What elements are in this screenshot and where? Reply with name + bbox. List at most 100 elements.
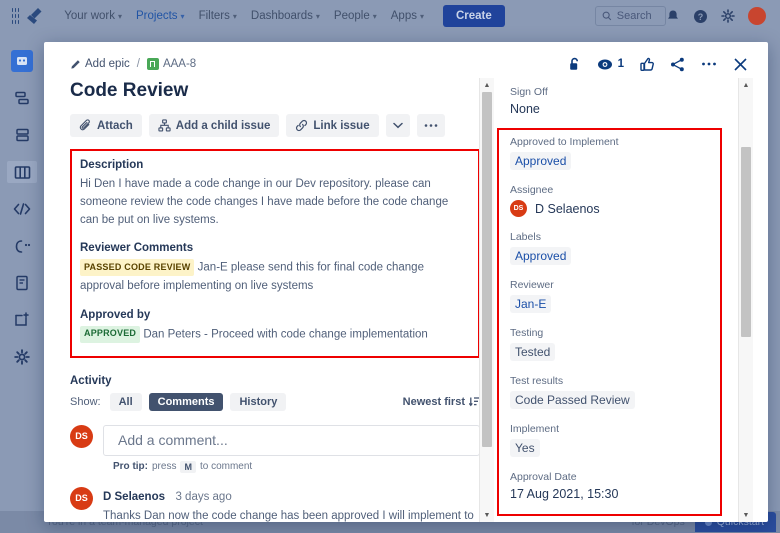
add-comment-input[interactable]: Add a comment...: [103, 425, 480, 456]
share-icon[interactable]: [670, 57, 685, 72]
chevron-down-icon: ▾: [373, 12, 377, 21]
reviewer-comments-heading: Reviewer Comments: [80, 242, 468, 254]
jira-logo-icon[interactable]: [25, 7, 45, 25]
sort-label: Newest first: [403, 396, 465, 408]
nav-link-apps[interactable]: Apps ▾: [384, 5, 431, 27]
spacer: [80, 229, 468, 242]
approved-by-heading: Approved by: [80, 309, 468, 321]
attach-button[interactable]: Attach: [70, 114, 142, 137]
avatar: DS: [510, 200, 527, 217]
releases-icon[interactable]: [11, 235, 33, 257]
apps-grid-icon[interactable]: [12, 8, 19, 24]
watch-count: 1: [618, 58, 624, 70]
board-columns-icon[interactable]: [7, 161, 37, 183]
field-value[interactable]: Approved: [510, 247, 571, 265]
tab-comments[interactable]: Comments: [149, 393, 224, 411]
notifications-bell-icon[interactable]: [666, 9, 680, 23]
tab-history[interactable]: History: [230, 393, 286, 411]
unlock-icon[interactable]: [568, 57, 581, 72]
add-epic-button[interactable]: Add epic: [70, 58, 130, 70]
tab-all[interactable]: All: [110, 393, 142, 411]
activity-filter-row: Show: All Comments History Newest first: [70, 393, 480, 411]
nav-link-projects[interactable]: Projects ▾: [129, 5, 192, 27]
left-column-scrollbar[interactable]: ▲ ▼: [479, 78, 494, 522]
scrollbar-track[interactable]: [480, 92, 494, 508]
field-value[interactable]: Tested: [510, 343, 555, 361]
field-label: Assignee: [510, 184, 737, 196]
reviewer-comments-line: PASSED CODE REVIEW Jan-E please send thi…: [80, 259, 468, 295]
activity-section: Activity Show: All Comments History Newe…: [70, 375, 480, 522]
breadcrumb: Add epic / AAA-8: [70, 58, 196, 70]
nav-link-your-work[interactable]: Your work ▾: [57, 5, 129, 27]
scrollbar-thumb[interactable]: [482, 92, 492, 447]
field-label: Approval Date: [510, 471, 737, 483]
field-value[interactable]: None: [510, 102, 737, 116]
approved-badge: APPROVED: [80, 326, 140, 343]
create-button[interactable]: Create: [443, 5, 505, 27]
add-comment-placeholder: Add a comment...: [118, 432, 228, 448]
scroll-down-arrow-icon[interactable]: ▼: [743, 508, 750, 522]
field-label: Reviewer: [510, 279, 737, 291]
chevron-down-icon: ▾: [420, 12, 424, 21]
eye-watch-icon[interactable]: [597, 57, 613, 72]
scrollbar-thumb[interactable]: [741, 147, 751, 337]
chevron-down-icon: ▾: [118, 12, 122, 21]
pencil-icon: [70, 59, 81, 70]
field-approval-date: Approval Date 17 Aug 2021, 15:30: [510, 471, 737, 501]
backlog-icon[interactable]: [11, 87, 33, 109]
link-issue-button[interactable]: Link issue: [286, 114, 378, 137]
more-options-icon: [424, 123, 438, 128]
attach-label: Attach: [97, 120, 133, 132]
field-value[interactable]: Approved: [510, 152, 571, 170]
comment-timestamp: 3 days ago: [175, 491, 231, 503]
field-value-assignee[interactable]: DS D Selaenos: [510, 200, 737, 217]
help-question-icon[interactable]: ?: [693, 9, 708, 24]
field-labels: Labels Approved: [510, 231, 737, 265]
pages-icon[interactable]: [11, 272, 33, 294]
approved-by-line: APPROVED Dan Peters - Proceed with code …: [80, 326, 468, 344]
project-settings-gear-icon[interactable]: [11, 346, 33, 368]
nav-link-filters[interactable]: Filters ▾: [192, 5, 244, 27]
chevron-down-icon: ▾: [316, 12, 320, 21]
issue-key-link[interactable]: AAA-8: [147, 58, 196, 70]
user-avatar[interactable]: [748, 7, 766, 25]
nav-link-dashboards[interactable]: Dashboards ▾: [244, 5, 327, 27]
search-icon: [602, 11, 612, 21]
code-icon[interactable]: [11, 198, 33, 220]
link-issue-label: Link issue: [313, 120, 369, 132]
right-column-scrollbar[interactable]: ▲ ▼: [738, 78, 753, 522]
avatar: DS: [70, 425, 93, 448]
add-child-issue-label: Add a child issue: [176, 120, 271, 132]
comment-item: DS D Selaenos 3 days ago Thanks Dan now …: [70, 487, 480, 522]
field-value[interactable]: 17 Aug 2021, 15:30: [510, 487, 737, 501]
scroll-up-arrow-icon[interactable]: ▲: [743, 78, 750, 92]
nav-link-people[interactable]: People ▾: [327, 5, 384, 27]
more-options-icon[interactable]: [701, 61, 717, 67]
chevron-down-icon: ▾: [233, 12, 237, 21]
nav-label: Dashboards: [251, 10, 313, 22]
scroll-up-arrow-icon[interactable]: ▲: [484, 78, 491, 92]
field-test-results: Test results Code Passed Review: [510, 375, 737, 409]
close-icon[interactable]: [733, 57, 748, 72]
add-epic-label: Add epic: [85, 58, 130, 70]
scroll-down-arrow-icon[interactable]: ▼: [484, 508, 491, 522]
chevron-down-icon: [393, 122, 403, 129]
issue-more-actions-button[interactable]: [417, 114, 445, 137]
breadcrumb-separator: /: [137, 58, 140, 70]
show-label: Show:: [70, 396, 101, 408]
link-issue-dropdown-button[interactable]: [386, 114, 410, 137]
global-search-input[interactable]: Search: [595, 6, 666, 26]
link-icon: [295, 119, 308, 132]
sort-order-button[interactable]: Newest first: [403, 396, 480, 408]
field-value[interactable]: Jan-E: [510, 295, 551, 313]
top-navigation-bar: Your work ▾ Projects ▾ Filters ▾ Dashboa…: [0, 0, 780, 32]
field-value[interactable]: Code Passed Review: [510, 391, 635, 409]
scrollbar-track[interactable]: [739, 92, 753, 508]
project-avatar-icon[interactable]: [11, 50, 33, 72]
field-value[interactable]: Yes: [510, 439, 540, 457]
board-stack-icon[interactable]: [11, 124, 33, 146]
add-child-issue-button[interactable]: Add a child issue: [149, 114, 280, 137]
thumbs-up-icon[interactable]: [640, 57, 654, 72]
add-item-icon[interactable]: [11, 309, 33, 331]
settings-gear-icon[interactable]: [721, 9, 735, 23]
